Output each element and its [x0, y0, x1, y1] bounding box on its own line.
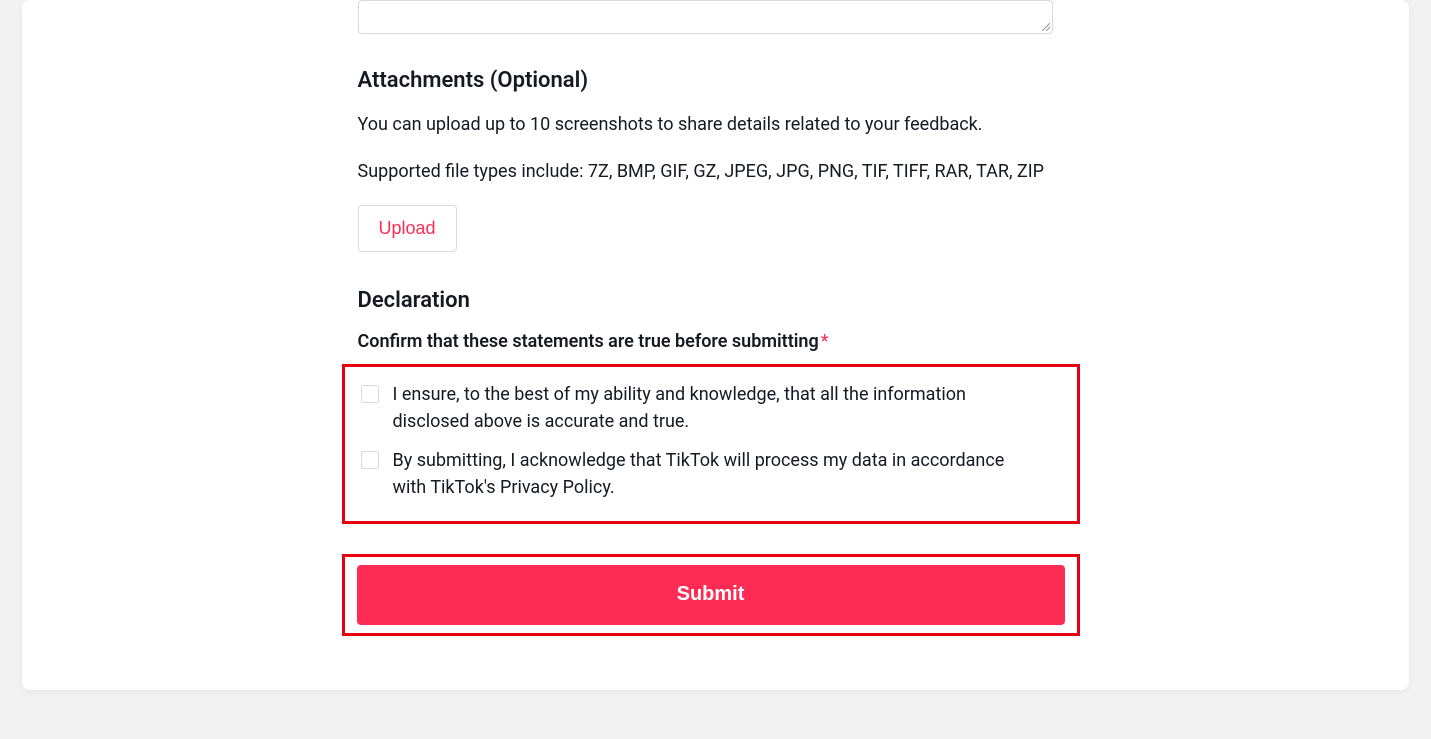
form-content: Attachments (Optional) You can upload up… — [358, 0, 1058, 636]
checkbox-row-2: By submitting, I acknowledge that TikTok… — [345, 441, 1067, 507]
attachments-helper-2: Supported file types include: 7Z, BMP, G… — [358, 158, 1058, 187]
attachments-helper-1: You can upload up to 10 screenshots to s… — [358, 111, 1058, 140]
form-card: Attachments (Optional) You can upload up… — [22, 0, 1409, 690]
confirm-statements-text: Confirm that these statements are true b… — [358, 331, 819, 352]
declaration-highlight-box: I ensure, to the best of my ability and … — [342, 364, 1080, 524]
feedback-textarea[interactable] — [358, 0, 1053, 34]
required-indicator: * — [821, 331, 829, 352]
accuracy-checkbox-label: I ensure, to the best of my ability and … — [393, 381, 1033, 435]
submit-highlight-box: Submit — [342, 554, 1080, 636]
checkbox-row-1: I ensure, to the best of my ability and … — [345, 375, 1067, 441]
submit-button[interactable]: Submit — [357, 565, 1065, 625]
accuracy-checkbox[interactable] — [361, 385, 379, 403]
confirm-statements-label: Confirm that these statements are true b… — [358, 331, 1058, 352]
upload-button[interactable]: Upload — [358, 205, 457, 252]
privacy-checkbox[interactable] — [361, 451, 379, 469]
attachments-heading: Attachments (Optional) — [358, 68, 1058, 93]
declaration-heading: Declaration — [358, 288, 1058, 313]
privacy-checkbox-label: By submitting, I acknowledge that TikTok… — [393, 447, 1033, 501]
